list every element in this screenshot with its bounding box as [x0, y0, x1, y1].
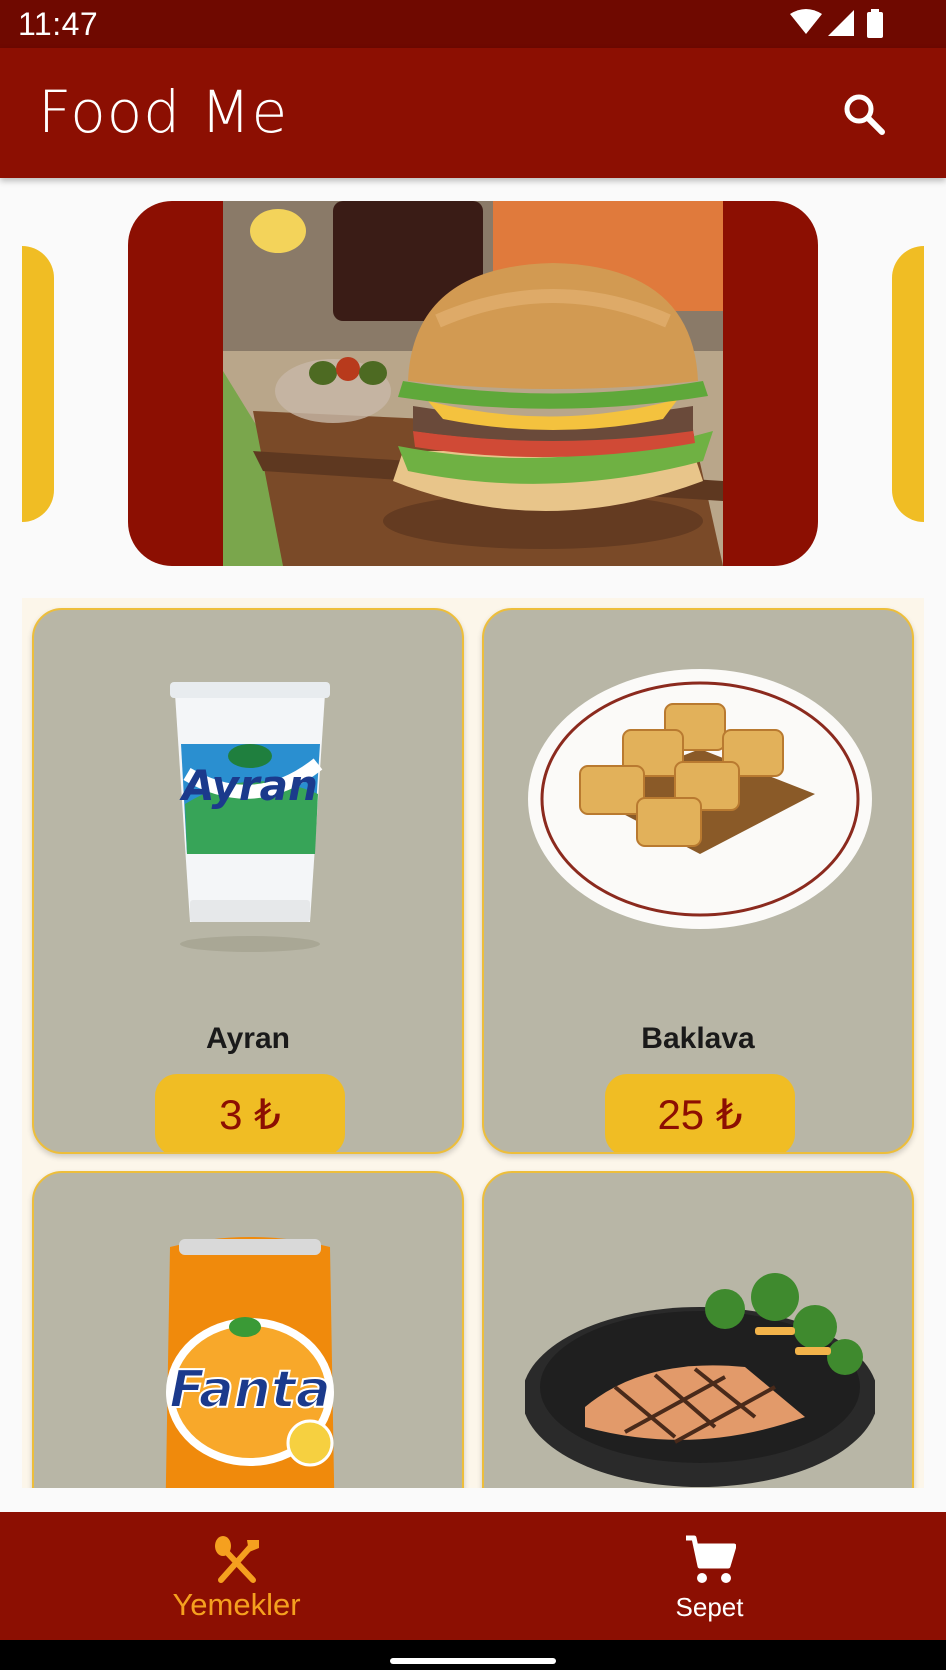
cart-icon	[685, 1535, 736, 1583]
nav-item-sepet[interactable]: Sepet	[473, 1512, 946, 1640]
wifi-icon	[790, 9, 822, 34]
carousel-next-card[interactable]	[892, 246, 924, 522]
food-me-screen: 11:47 Food Me Ayran Ayran 3 ₺ Baklava 25…	[0, 0, 946, 1670]
ayran-cup-image: Ayran	[170, 682, 330, 952]
fanta-can-image: Fanta	[165, 1237, 335, 1488]
product-card-fanta[interactable]: Fanta	[32, 1171, 464, 1488]
status-icons	[790, 9, 883, 38]
product-card-baklava[interactable]: Baklava 25 ₺	[482, 608, 914, 1154]
burger-banner-image	[223, 201, 723, 566]
price-badge: 25 ₺	[605, 1074, 795, 1152]
signal-icon	[828, 10, 854, 36]
status-bar: 11:47	[0, 0, 946, 48]
svg-text:Fanta: Fanta	[169, 1360, 331, 1420]
search-icon	[844, 94, 885, 135]
banner-carousel[interactable]	[0, 178, 946, 588]
gesture-bar	[0, 1640, 946, 1670]
product-name: Ayran	[206, 1022, 290, 1055]
banner-card[interactable]	[128, 201, 818, 566]
nav-item-yemekler[interactable]: Yemekler	[0, 1512, 473, 1640]
price-badge: 3 ₺	[155, 1074, 345, 1152]
home-gesture-handle[interactable]	[390, 1658, 556, 1664]
product-card-salmon[interactable]	[482, 1171, 914, 1488]
baklava-plate-image	[528, 669, 872, 929]
product-card-ayran[interactable]: Ayran Ayran 3 ₺	[32, 608, 464, 1154]
battery-icon	[867, 9, 883, 38]
search-button[interactable]	[840, 90, 888, 138]
carousel-previous-card[interactable]	[22, 246, 54, 522]
svg-text:Ayran: Ayran	[179, 761, 318, 810]
app-bar: Food Me	[0, 48, 946, 178]
salmon-plate-image	[525, 1273, 875, 1487]
bottom-navigation: Yemekler Sepet	[0, 1512, 946, 1640]
product-name: Baklava	[641, 1022, 755, 1055]
app-title: Food Me	[38, 78, 289, 146]
status-time: 11:47	[18, 6, 99, 42]
fork-spoon-icon	[214, 1536, 259, 1583]
product-grid[interactable]: Ayran Ayran 3 ₺ Baklava 25 ₺ Fanta	[22, 598, 924, 1488]
nav-label: Sepet	[675, 1592, 744, 1622]
nav-label: Yemekler	[172, 1587, 301, 1622]
